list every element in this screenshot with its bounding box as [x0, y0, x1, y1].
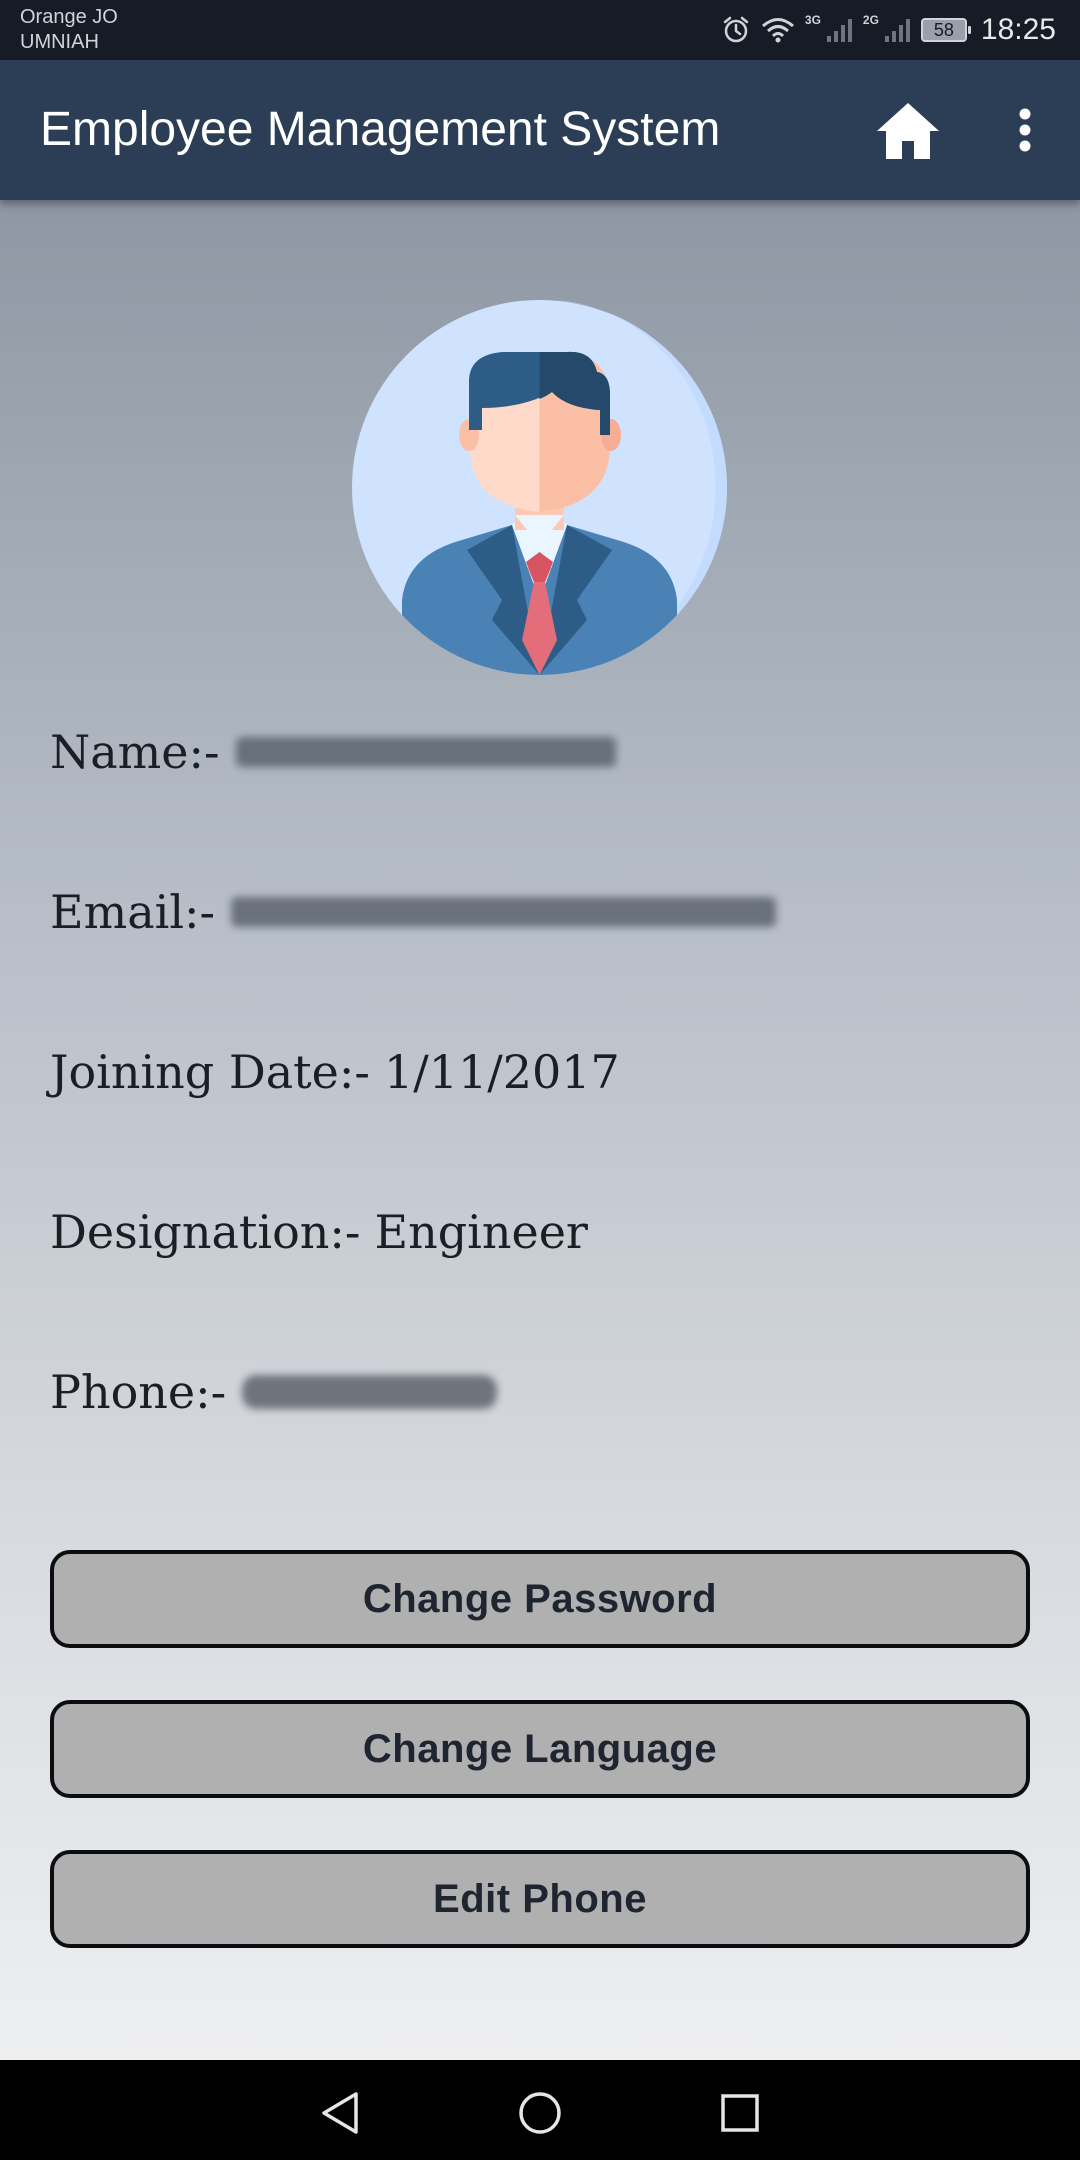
name-label: Name:-	[50, 725, 220, 779]
status-bar: Orange JO UMNIAH 3G 2G 58 18:25	[0, 0, 1080, 60]
network-type-2: 2G	[862, 13, 879, 27]
network-type-1: 3G	[804, 13, 821, 27]
signal-icon	[826, 19, 852, 42]
home-circle-icon	[519, 2092, 561, 2134]
profile-content: Name:- Email:- Joining Date:- 1/11/2017 …	[0, 200, 1080, 2060]
designation-field: Designation:- Engineer	[50, 1205, 588, 1259]
overflow-menu-button[interactable]	[1000, 100, 1050, 160]
status-time: 18:25	[980, 13, 1056, 46]
app-title: Employee Management System	[40, 103, 721, 156]
app-bar: Employee Management System	[0, 60, 1080, 200]
alarm-icon	[723, 16, 749, 43]
carrier-secondary: UMNIAH	[20, 31, 99, 53]
wifi-icon	[761, 18, 794, 43]
phone-field: Phone:-	[50, 1365, 498, 1419]
status-icons: 3G 2G 58 18:25	[721, 0, 1056, 60]
email-label: Email:-	[50, 885, 216, 939]
edit-phone-button[interactable]: Edit Phone	[50, 1850, 1030, 1948]
email-value-redacted	[231, 897, 777, 927]
phone-label: Phone:-	[50, 1365, 227, 1419]
back-icon	[322, 2092, 358, 2134]
battery-icon: 58	[920, 18, 971, 42]
signal-icon	[884, 19, 910, 42]
nav-recents-button[interactable]	[715, 2088, 765, 2138]
joining-date-label: Joining Date:-	[50, 1045, 370, 1099]
employee-avatar-icon	[352, 300, 727, 675]
more-vert-icon	[1019, 108, 1031, 152]
email-field: Email:-	[50, 885, 777, 939]
nav-back-button[interactable]	[315, 2088, 365, 2138]
name-value-redacted	[235, 737, 616, 767]
joining-date-value: 1/11/2017	[383, 1045, 620, 1099]
carrier-primary: Orange JO	[20, 6, 118, 28]
designation-value: Engineer	[374, 1205, 588, 1259]
home-button[interactable]	[872, 96, 944, 166]
change-password-button[interactable]: Change Password	[50, 1550, 1030, 1648]
carrier-info: Orange JO UMNIAH	[20, 5, 118, 55]
nav-home-button[interactable]	[515, 2088, 565, 2138]
name-field: Name:-	[50, 725, 616, 779]
designation-label: Designation:-	[50, 1205, 361, 1259]
joining-date-field: Joining Date:- 1/11/2017	[50, 1045, 620, 1099]
phone-value-redacted	[242, 1375, 498, 1409]
change-language-button[interactable]: Change Language	[50, 1700, 1030, 1798]
home-icon	[877, 103, 939, 159]
recents-icon	[721, 2094, 759, 2132]
system-nav-bar	[0, 2060, 1080, 2160]
